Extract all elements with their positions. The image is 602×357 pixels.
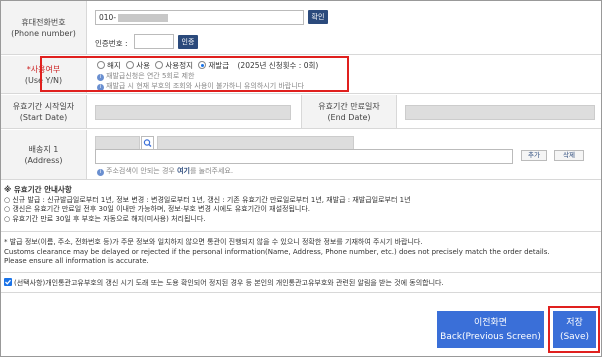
address-hint-suffix: 를 눌러주세요.: [189, 167, 234, 175]
back-label-en: Back(Previous Screen): [440, 331, 541, 342]
address-delete-button[interactable]: 삭제: [554, 150, 584, 161]
consent-text: (선택사항)개인통관고유부호의 갱신 시기 도래 또는 도용 확인되어 정지된 …: [14, 279, 444, 287]
end-date-label: 유효기간 만료일자 (End Date): [301, 95, 397, 128]
start-date-label: 유효기간 시작일자 (Start Date): [1, 95, 87, 128]
validity-notice-title: ※ 유효기간 안내사항: [4, 185, 72, 194]
address-detail-input[interactable]: [95, 149, 513, 164]
info-icon: i: [97, 169, 104, 176]
phone-confirm-button[interactable]: 확인: [308, 10, 328, 24]
end-date-label-en: (End Date): [327, 112, 371, 122]
phone-redacted: [118, 14, 169, 22]
back-label-ko: 이전화면: [473, 317, 508, 328]
accuracy-notice: * 발급 정보(이름, 주소, 전화번호 등)가 주문 정보와 일치하지 않으면…: [4, 238, 550, 267]
phone-label-ko: 휴대전화번호: [21, 17, 66, 27]
address-hint-prefix: 주소검색이 안되는 경우: [106, 167, 178, 175]
address-hint-link[interactable]: 여기: [177, 167, 190, 175]
phone-prefix: 010-: [99, 13, 117, 22]
divider: [1, 272, 601, 273]
divider: [1, 231, 601, 232]
checkmark-icon: [5, 279, 11, 285]
divider: [1, 292, 601, 293]
accuracy-notice-line-3: Please ensure all information is accurat…: [4, 257, 149, 266]
auth-label: 인증번호 :: [95, 39, 128, 48]
address-add-button[interactable]: 추가: [521, 150, 547, 161]
consent-row: (선택사항)개인통관고유부호의 갱신 시기 도래 또는 도용 확인되어 정지된 …: [4, 278, 444, 288]
back-button[interactable]: 이전화면 Back(Previous Screen): [437, 311, 544, 348]
start-date-label-en: (Start Date): [19, 112, 68, 122]
validity-notice: ※ 유효기간 안내사항 ○ 신규 발급 : 신규발급일로부터 1년, 정보 변경…: [4, 185, 411, 224]
validity-notice-line-1: ○ 신규 발급 : 신규발급일로부터 1년, 정보 변경 : 변경일로부터 1년…: [4, 195, 411, 204]
address-label-en: (Address): [24, 155, 63, 165]
validity-notice-line-2: ○ 갱신은 유효기간 만료일 전후 30일 이내만 가능하며, 정보·부호 변경…: [4, 205, 310, 214]
accuracy-notice-line-2: Customs clearance may be delayed or reje…: [4, 247, 550, 256]
consent-checkbox[interactable]: [4, 278, 12, 286]
accuracy-notice-line-1: * 발급 정보(이름, 주소, 전화번호 등)가 주문 정보와 일치하지 않으면…: [4, 238, 423, 246]
phone-label: 휴대전화번호 (Phone number): [1, 1, 87, 54]
validity-row: 유효기간 시작일자 (Start Date) 유효기간 만료일자 (End Da…: [1, 95, 601, 129]
start-date-label-ko: 유효기간 시작일자: [12, 101, 75, 111]
start-date-field: [95, 105, 291, 120]
end-date-field: [405, 105, 595, 120]
address-hint: i 주소검색이 안되는 경우 여기를 눌러주세요.: [97, 166, 233, 176]
save-highlight-box: [548, 306, 600, 353]
phone-input[interactable]: 010-: [95, 10, 304, 25]
phone-label-en: (Phone number): [11, 28, 76, 38]
auth-code-input[interactable]: [134, 34, 174, 49]
address-label-ko: 배송지 1: [28, 144, 59, 154]
auth-button[interactable]: 인증: [178, 35, 198, 49]
phone-row: 휴대전화번호 (Phone number) 010- 확인 인증번호 : 인증: [1, 1, 601, 55]
usage-highlight-box: [40, 56, 349, 92]
address-row: 배송지 1 (Address) i 주소검색이 안되는 경우 여기를 눌러주세요.…: [1, 130, 601, 180]
address-label: 배송지 1 (Address): [1, 130, 87, 179]
end-date-label-ko: 유효기간 만료일자: [318, 101, 380, 111]
validity-notice-line-3: ○ 유효기간 만료 30일 후 부호는 자동으로 해지(미사용) 처리됩니다.: [4, 214, 206, 223]
